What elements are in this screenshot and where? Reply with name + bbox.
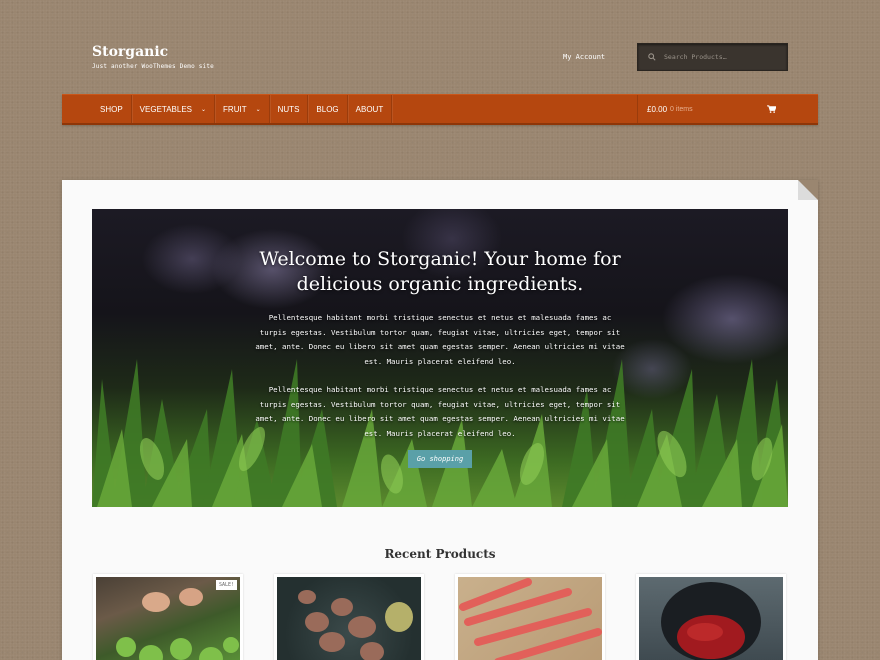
product-photo <box>661 582 761 660</box>
hero-heading: Welcome to Storganic! Your home for deli… <box>259 248 621 295</box>
cart-total: £0.00 <box>647 104 668 114</box>
cart-link[interactable]: £0.00 0 items <box>637 95 818 123</box>
hero-paragraph: Pellentesque habitant morbi tristique se… <box>255 385 625 438</box>
product-card[interactable] <box>455 574 605 660</box>
nav-label: SHOP <box>100 104 123 114</box>
chevron-down-icon: ⌄ <box>255 106 261 113</box>
page-corner-fold <box>798 180 818 200</box>
nav-label: FRUIT <box>223 104 247 114</box>
sale-badge: SALE! <box>215 580 237 590</box>
nav-item-about[interactable]: ABOUT <box>348 95 393 123</box>
product-image-jerusalem-artichokes[interactable] <box>277 577 421 660</box>
product-card[interactable]: SALE! <box>93 574 243 660</box>
nav-item-nuts[interactable]: NUTS <box>270 95 309 123</box>
shopping-cart-icon <box>767 105 776 113</box>
site-branding: Storganic Just another WooThemes Demo si… <box>92 44 214 70</box>
recent-products-heading: Recent Products <box>384 547 496 561</box>
product-image-herbs[interactable]: SALE! <box>96 577 240 660</box>
nav-item-vegetables[interactable]: VEGETABLES ⌄ <box>132 95 216 123</box>
nav-label: ABOUT <box>355 104 384 114</box>
nav-item-shop[interactable]: SHOP <box>92 95 132 123</box>
hero-banner: Welcome to Storganic! Your home for deli… <box>92 209 788 507</box>
product-image-jam[interactable] <box>639 577 783 660</box>
site-title[interactable]: Storganic <box>92 44 214 60</box>
nav-label: BLOG <box>316 104 339 114</box>
product-card[interactable] <box>274 574 424 660</box>
search-icon <box>648 53 656 61</box>
product-photo <box>459 578 602 660</box>
product-image-rhubarb[interactable] <box>458 577 602 660</box>
hero-text: Welcome to Storganic! Your home for deli… <box>92 247 788 468</box>
product-search[interactable] <box>637 43 788 71</box>
nav-item-blog[interactable]: BLOG <box>308 95 348 123</box>
product-photo <box>298 590 413 660</box>
main-content: Welcome to Storganic! Your home for deli… <box>62 180 818 660</box>
nav-item-fruit[interactable]: FRUIT ⌄ <box>215 95 270 123</box>
hero-paragraph: Pellentesque habitant morbi tristique se… <box>255 313 625 366</box>
site-tagline: Just another WooThemes Demo site <box>92 63 214 70</box>
product-card[interactable] <box>636 574 786 660</box>
cart-item-count: 0 items <box>670 105 693 113</box>
nav-label: NUTS <box>277 104 300 114</box>
search-input[interactable] <box>664 53 784 61</box>
go-shopping-button[interactable]: Go shopping <box>407 450 473 468</box>
nav-label: VEGETABLES <box>139 104 192 114</box>
primary-navigation: SHOP VEGETABLES ⌄ FRUIT ⌄ NUTS BLOG ABOUT … <box>62 94 818 125</box>
my-account-link[interactable]: My Account <box>563 53 605 61</box>
chevron-down-icon: ⌄ <box>201 106 207 113</box>
